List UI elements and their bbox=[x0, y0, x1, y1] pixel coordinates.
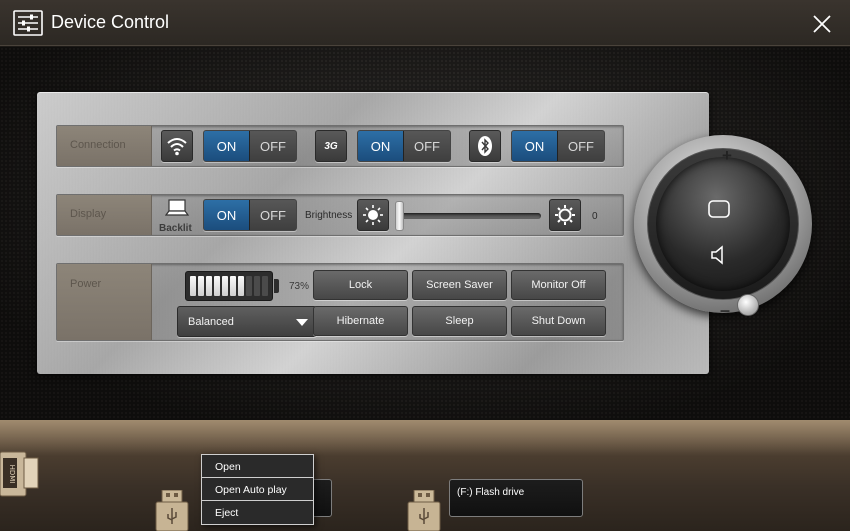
volume-knob[interactable] bbox=[656, 157, 790, 291]
brightness-down-icon[interactable] bbox=[357, 199, 389, 231]
brightness-label: Brightness bbox=[305, 210, 353, 221]
battery-cell bbox=[254, 276, 260, 296]
brightness-up-icon[interactable] bbox=[549, 199, 581, 231]
sliders-icon bbox=[13, 10, 43, 36]
brightness-slider-track[interactable] bbox=[399, 213, 541, 219]
battery-cell bbox=[262, 276, 268, 296]
usb-drive-icon[interactable] bbox=[153, 490, 193, 531]
power-row: Power 73% Balanced Lock Screen Saver Mon… bbox=[56, 263, 624, 341]
title-bar: Device Control bbox=[0, 0, 850, 46]
power-plan-dropdown[interactable]: Balanced bbox=[177, 306, 317, 337]
lock-button[interactable]: Lock bbox=[313, 270, 408, 300]
menu-item-open[interactable]: Open bbox=[202, 455, 313, 478]
power-label: Power bbox=[57, 264, 152, 340]
backlit-on[interactable]: ON bbox=[204, 200, 250, 230]
mobile-on[interactable]: ON bbox=[358, 131, 404, 161]
backlit-label: Backlit bbox=[159, 223, 192, 234]
battery-cell bbox=[214, 276, 220, 296]
bluetooth-on[interactable]: ON bbox=[512, 131, 558, 161]
hdmi-icon[interactable]: HDMI bbox=[0, 446, 42, 498]
wifi-on[interactable]: ON bbox=[204, 131, 250, 161]
battery-cell bbox=[230, 276, 236, 296]
sleep-button[interactable]: Sleep bbox=[412, 306, 507, 336]
wifi-icon[interactable] bbox=[161, 130, 193, 162]
speaker-icon[interactable] bbox=[709, 245, 729, 265]
volume-up-icon[interactable]: + bbox=[722, 146, 732, 166]
battery-cell bbox=[238, 276, 244, 296]
backlit-toggle[interactable]: ON OFF bbox=[203, 199, 297, 231]
laptop-icon bbox=[165, 199, 189, 216]
close-icon[interactable] bbox=[808, 10, 836, 38]
battery-percent: 73% bbox=[289, 281, 310, 292]
drive-f-box[interactable]: (F:) Flash drive bbox=[449, 479, 583, 517]
backlit-off[interactable]: OFF bbox=[250, 200, 296, 230]
display-row: Display Backlit ON OFF Brightness 0 bbox=[56, 194, 624, 236]
battery-meter bbox=[185, 271, 273, 301]
svg-text:HDMI: HDMI bbox=[8, 465, 16, 484]
chevron-down-icon bbox=[296, 319, 308, 326]
control-panel: Connection ON OFF 3G ON OFF ON OFF Displ… bbox=[37, 92, 709, 374]
bluetooth-toggle[interactable]: ON OFF bbox=[511, 130, 605, 162]
battery-cell bbox=[198, 276, 204, 296]
bluetooth-off[interactable]: OFF bbox=[558, 131, 604, 161]
monitor-off-button[interactable]: Monitor Off bbox=[511, 270, 606, 300]
volume-dial-ring bbox=[647, 148, 799, 300]
mobile-3g-icon[interactable]: 3G bbox=[315, 130, 347, 162]
battery-cell bbox=[190, 276, 196, 296]
power-plan-value: Balanced bbox=[188, 316, 234, 328]
window-title: Device Control bbox=[51, 12, 170, 32]
mobile-toggle[interactable]: ON OFF bbox=[357, 130, 451, 162]
battery-tip bbox=[274, 279, 279, 293]
mobile-off[interactable]: OFF bbox=[404, 131, 450, 161]
brightness-slider-thumb[interactable] bbox=[395, 201, 404, 231]
display-label: Display bbox=[57, 195, 152, 235]
context-menu: Open Open Auto play Eject bbox=[201, 454, 314, 525]
connection-label: Connection bbox=[57, 126, 152, 166]
screen-saver-button[interactable]: Screen Saver bbox=[412, 270, 507, 300]
screen-icon bbox=[708, 200, 730, 218]
wifi-toggle[interactable]: ON OFF bbox=[203, 130, 297, 162]
battery-cell bbox=[246, 276, 252, 296]
connection-row: Connection ON OFF 3G ON OFF ON OFF bbox=[56, 125, 624, 167]
volume-down-icon[interactable]: – bbox=[720, 300, 730, 321]
volume-handle[interactable] bbox=[737, 294, 759, 316]
menu-item-eject[interactable]: Eject bbox=[202, 501, 313, 524]
drive-f-label: (F:) Flash drive bbox=[457, 487, 525, 498]
battery-cell bbox=[206, 276, 212, 296]
hibernate-button[interactable]: Hibernate bbox=[313, 306, 408, 336]
brightness-value: 0 bbox=[592, 211, 598, 222]
shut-down-button[interactable]: Shut Down bbox=[511, 306, 606, 336]
battery-cell bbox=[222, 276, 228, 296]
bluetooth-icon[interactable] bbox=[469, 130, 501, 162]
menu-item-open-auto-play[interactable]: Open Auto play bbox=[202, 478, 313, 501]
usb-drive-icon[interactable] bbox=[405, 490, 445, 531]
wifi-off[interactable]: OFF bbox=[250, 131, 296, 161]
